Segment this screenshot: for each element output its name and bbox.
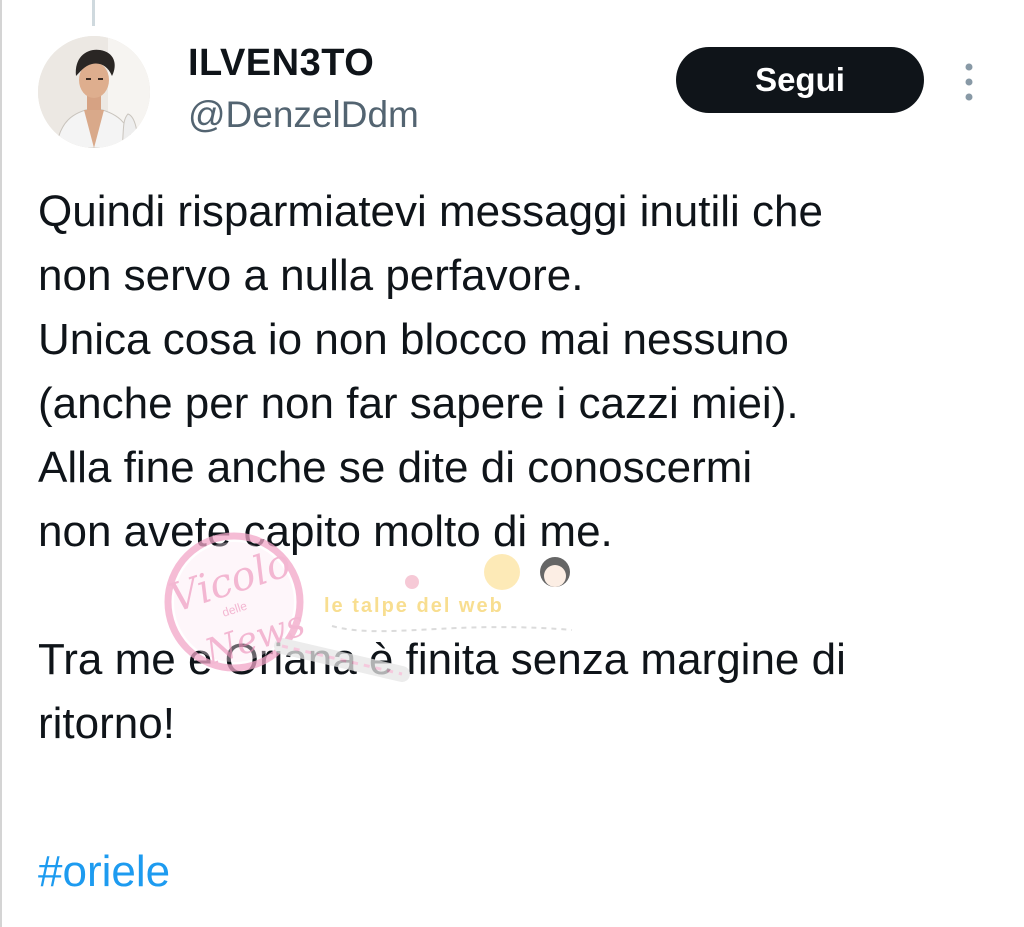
hashtag-link[interactable]: #oriele: [38, 840, 170, 904]
tweet-card: ILVEN3TO @DenzelDdm Segui Quindi risparm…: [0, 0, 1024, 927]
more-vertical-icon: [965, 63, 973, 101]
tweet-line: non servo a nulla perfavore.: [38, 251, 584, 300]
tweet-line: Quindi risparmiatevi messaggi inutili ch…: [38, 187, 823, 236]
tweet-line: Alla fine anche se dite di conoscermi: [38, 443, 753, 492]
more-options-button[interactable]: [952, 58, 986, 106]
tweet-line: Tra me e Oriana è finita senza margine d…: [38, 635, 846, 684]
thread-connector-line: [92, 0, 95, 26]
tweet-line: (anche per non far sapere i cazzi miei).: [38, 379, 799, 428]
tweet-line: non avete capito molto di me.: [38, 507, 613, 556]
follow-button[interactable]: Segui: [676, 47, 924, 113]
avatar[interactable]: [38, 36, 150, 148]
tweet-line: Unica cosa io non blocco mai nessuno: [38, 315, 789, 364]
author-display-name[interactable]: ILVEN3TO: [188, 40, 374, 86]
author-handle[interactable]: @DenzelDdm: [188, 92, 419, 138]
profile-photo-icon: [38, 36, 150, 148]
tweet-text: Quindi risparmiatevi messaggi inutili ch…: [38, 180, 1008, 756]
tweet-line: ritorno!: [38, 699, 175, 748]
